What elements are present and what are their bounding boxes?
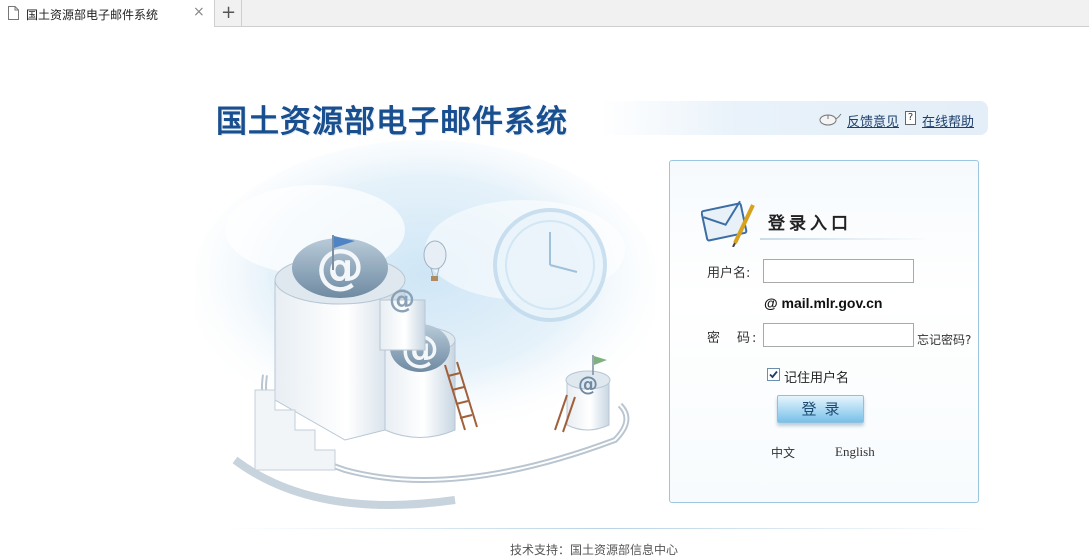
help-link[interactable]: 在线帮助 [922,111,974,130]
tab-title: 国土资源部电子邮件系统 [26,8,159,22]
svg-text:@: @ [578,372,598,396]
password-input[interactable] [763,323,914,347]
username-label: 用户名: [707,266,751,281]
username-input[interactable] [763,259,914,283]
remember-username-label: 记住用户名 [784,371,850,386]
footer-support-text: 技术支持：国土资源部信息中心 [510,543,679,557]
language-english-link[interactable]: English [835,444,875,460]
tab-close-icon[interactable]: × [193,4,205,20]
login-button[interactable]: 登录 [777,395,864,423]
feedback-link[interactable]: 反馈意见 [847,111,899,130]
footer-divider [230,528,990,529]
envelope-pencil-icon [701,200,755,247]
feedback-mouse-icon [819,113,842,126]
login-heading: 登录入口 [768,214,852,234]
svg-text:@: @ [389,285,415,315]
help-document-icon: ? [905,111,916,125]
browser-tab[interactable]: 国土资源部电子邮件系统 × [0,0,215,27]
page-title: 国土资源部电子邮件系统 [216,104,568,140]
email-castle-illustration: @ @ @ @ [195,140,655,509]
svg-text:@: @ [316,239,364,295]
browser-tab-bar: 国土资源部电子邮件系统 × + [0,0,1089,27]
remember-username-checkbox[interactable] [767,368,780,381]
mail-domain: @ mail.mlr.gov.cn [764,295,883,311]
password-label: 密 码: [707,331,759,346]
check-icon [769,370,778,379]
new-tab-button[interactable]: + [216,0,242,26]
page-icon [8,6,19,20]
language-chinese-link[interactable]: 中文 [771,444,795,461]
forgot-password-link[interactable]: 忘记密码? [917,331,971,348]
heading-divider [760,238,930,240]
